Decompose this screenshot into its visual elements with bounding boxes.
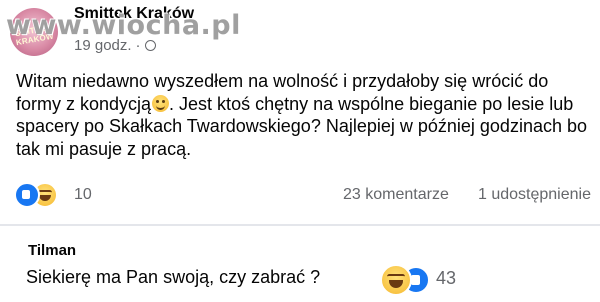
comment-text: Siekierę ma Pan swoją, czy zabrać ? xyxy=(26,267,321,287)
reaction-count[interactable]: 10 xyxy=(74,186,92,204)
comment-author[interactable]: Tilman xyxy=(28,242,76,259)
watermark: www.wiocha.pl xyxy=(6,10,241,41)
shares-count-link[interactable]: 1 udostępnienie xyxy=(478,186,591,204)
comment-reaction-count[interactable]: 43 xyxy=(436,268,456,289)
post-body: Witam niedawno wyszedłem na wolność i pr… xyxy=(16,70,596,160)
like-icon[interactable] xyxy=(14,182,40,208)
grinning-emoji-icon xyxy=(152,94,170,112)
comment-reactions[interactable]: 43 xyxy=(380,264,490,296)
comment: Tilman Siekierę ma Pan swoją, czy zabrać… xyxy=(18,236,590,298)
post-header: SMITTEK KRAKÓW Smittek Kraków 19 godz. · … xyxy=(0,0,600,60)
reactions-bar: 10 23 komentarze 1 udostępnienie xyxy=(14,182,594,208)
divider xyxy=(0,224,600,226)
globe-icon xyxy=(144,39,156,51)
haha-icon xyxy=(380,264,412,296)
comments-count-link[interactable]: 23 komentarze xyxy=(343,186,449,204)
